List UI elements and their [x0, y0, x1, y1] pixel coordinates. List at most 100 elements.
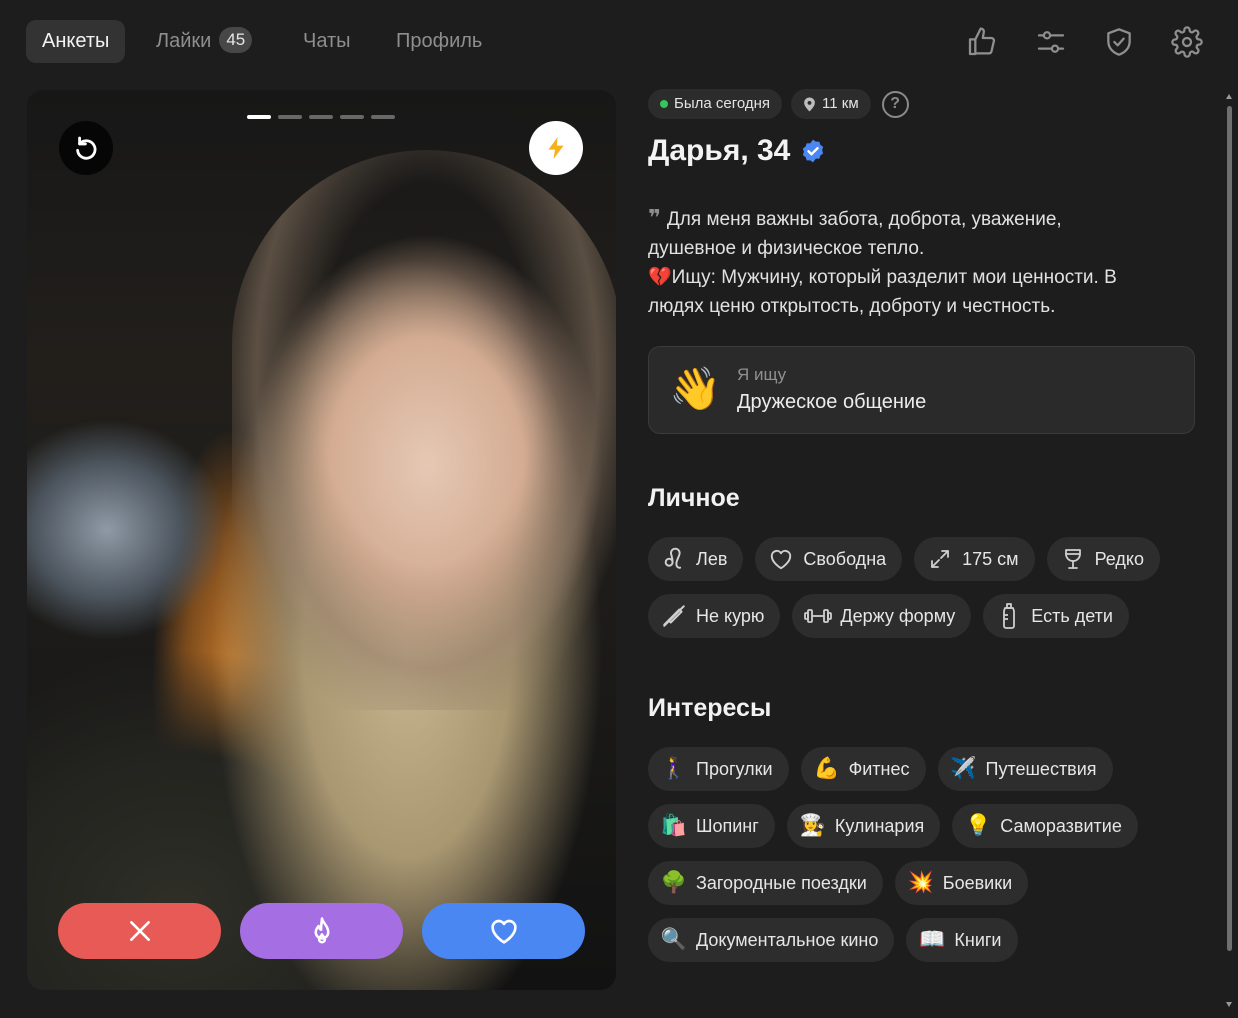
dumbbell-icon	[804, 602, 833, 630]
interest-chip: ✈️ Путешествия	[937, 747, 1113, 791]
distance-badge: 11 км	[791, 89, 871, 119]
scrollbar-thumb[interactable]	[1227, 106, 1232, 951]
tab-profiles[interactable]: Анкеты	[26, 20, 126, 63]
chip-label: Прогулки	[696, 758, 773, 779]
interest-chip: 📖 Книги	[906, 918, 1018, 962]
personal-chip-zodiac: Лев	[648, 537, 744, 581]
scroll-up-arrow[interactable]	[1226, 94, 1232, 99]
chip-label: Лев	[696, 548, 728, 569]
heart-icon	[490, 919, 517, 944]
seeking-value: Дружеское общение	[737, 391, 927, 413]
chip-label: Шопинг	[696, 815, 759, 836]
photo-dot	[340, 115, 364, 119]
seeking-label: Я ищу	[737, 365, 787, 384]
interests-section-title: Интересы	[648, 694, 772, 722]
tree-icon: 🌳	[660, 871, 688, 894]
tab-likes-label: Лайки	[156, 30, 212, 52]
flame-icon	[314, 917, 329, 944]
bio-line: людях ценю открытость, доброту и честнос…	[648, 296, 1056, 317]
interest-chip: 🛍️ Шопинг	[648, 804, 775, 848]
chip-label: Кулинария	[834, 815, 925, 836]
super-like-button[interactable]	[240, 903, 403, 959]
wine-glass-icon	[1059, 545, 1087, 573]
profile-info-panel: Была сегодня 11 км ? Дарья, 34 ❞ Для меня…	[648, 88, 1208, 962]
expand-arrows-icon	[926, 545, 954, 573]
tab-profile[interactable]: Профиль	[380, 20, 498, 63]
personal-section-title: Личное	[648, 484, 740, 512]
lightning-icon	[548, 137, 564, 159]
boost-button[interactable]	[529, 121, 583, 175]
sliders-icon[interactable]	[1031, 22, 1071, 62]
chip-label: Книги	[954, 929, 1002, 950]
interest-chip: 🚶‍♀️ Прогулки	[648, 747, 789, 791]
like-button[interactable]	[422, 903, 585, 959]
profile-name: Дарья, 34	[648, 132, 1208, 170]
online-status-badge: Была сегодня	[648, 89, 783, 119]
chip-label: Документальное кино	[696, 929, 879, 950]
tab-chats-label: Чаты	[303, 30, 351, 52]
chip-label: Путешествия	[985, 758, 1097, 779]
interest-chip: 🔍 Документальное кино	[648, 918, 895, 962]
chip-label: 175 см	[962, 548, 1019, 569]
tab-likes[interactable]: Лайки 45	[140, 20, 268, 63]
personal-chip-smoking: Не курю	[648, 594, 781, 638]
interest-chip: 💡 Саморазвитие	[952, 804, 1138, 848]
photo-dot	[371, 115, 395, 119]
photo-dot	[278, 115, 302, 119]
light-bulb-icon: 💡	[965, 814, 992, 837]
interest-chip: 💥 Боевики	[894, 861, 1029, 905]
photo-dot	[309, 115, 333, 119]
photo-pagination	[247, 115, 395, 119]
photo-subject	[232, 150, 616, 710]
interest-chip: 💪 Фитнес	[800, 747, 926, 791]
verified-badge-icon	[803, 139, 824, 163]
interests-chips: 🚶‍♀️ Прогулки 💪 Фитнес ✈️ Путешествия 🛍️ Шоп…	[648, 747, 1208, 962]
dislike-button[interactable]	[58, 903, 221, 959]
interest-chip: 🌳 Загородные поездки	[648, 861, 883, 905]
cook-icon: 👩‍🍳	[799, 814, 826, 837]
tab-profiles-label: Анкеты	[42, 30, 110, 52]
quote-icon: ❞	[648, 205, 661, 230]
shield-check-icon[interactable]	[1099, 22, 1139, 62]
profile-photo[interactable]	[27, 90, 616, 990]
shopping-bags-icon: 🛍️	[660, 814, 688, 837]
scrollbar[interactable]	[1225, 92, 1233, 1012]
walking-icon: 🚶‍♀️	[660, 757, 688, 780]
scroll-down-arrow[interactable]	[1226, 1002, 1232, 1007]
tab-chats[interactable]: Чаты	[287, 20, 367, 63]
help-icon[interactable]: ?	[881, 90, 909, 118]
location-pin-icon	[804, 97, 815, 111]
waving-hand-icon: 👋	[669, 365, 722, 412]
leo-icon	[660, 545, 688, 573]
undo-icon	[76, 136, 97, 160]
name-age-text: Дарья, 34	[648, 134, 791, 167]
online-dot	[660, 100, 668, 108]
chip-label: Не курю	[696, 605, 765, 626]
status-row: Была сегодня 11 км ?	[648, 88, 1208, 120]
bio-line: Ищу: Мужчину, который разделит мои ценно…	[671, 267, 1117, 288]
personal-chips: Лев Свободна 175 см Редко Не курю Держу …	[648, 537, 1208, 638]
gear-icon[interactable]	[1167, 22, 1207, 62]
top-navigation: Анкеты Лайки 45 Чаты Профиль	[0, 0, 1238, 84]
app-window: Анкеты Лайки 45 Чаты Профиль Была сегодн…	[0, 0, 1238, 1018]
chip-label: Фитнес	[848, 758, 910, 779]
seeking-card: 👋 Я ищу Дружеское общение	[648, 346, 1195, 434]
explosion-icon: 💥	[907, 871, 934, 894]
chip-label: Боевики	[942, 872, 1013, 893]
open-book-icon: 📖	[919, 928, 946, 951]
chip-label: Редко	[1094, 548, 1144, 569]
personal-chip-fitness: Держу форму	[792, 594, 972, 638]
likes-count-badge: 45	[219, 26, 253, 53]
distance-text: 11 км	[822, 95, 859, 112]
chip-label: Саморазвитие	[1000, 815, 1122, 836]
personal-chip-children: Есть дети	[983, 594, 1129, 638]
thumbs-up-icon[interactable]	[962, 22, 1002, 62]
chip-label: Загородные поездки	[696, 872, 867, 893]
close-icon	[129, 921, 150, 941]
magnifier-icon: 🔍	[660, 928, 688, 951]
tab-profile-label: Профиль	[396, 30, 483, 52]
no-smoking-icon	[660, 602, 688, 630]
broken-heart-icon: 💔	[648, 267, 672, 288]
baby-bottle-icon	[995, 602, 1023, 630]
undo-button[interactable]	[59, 121, 113, 175]
